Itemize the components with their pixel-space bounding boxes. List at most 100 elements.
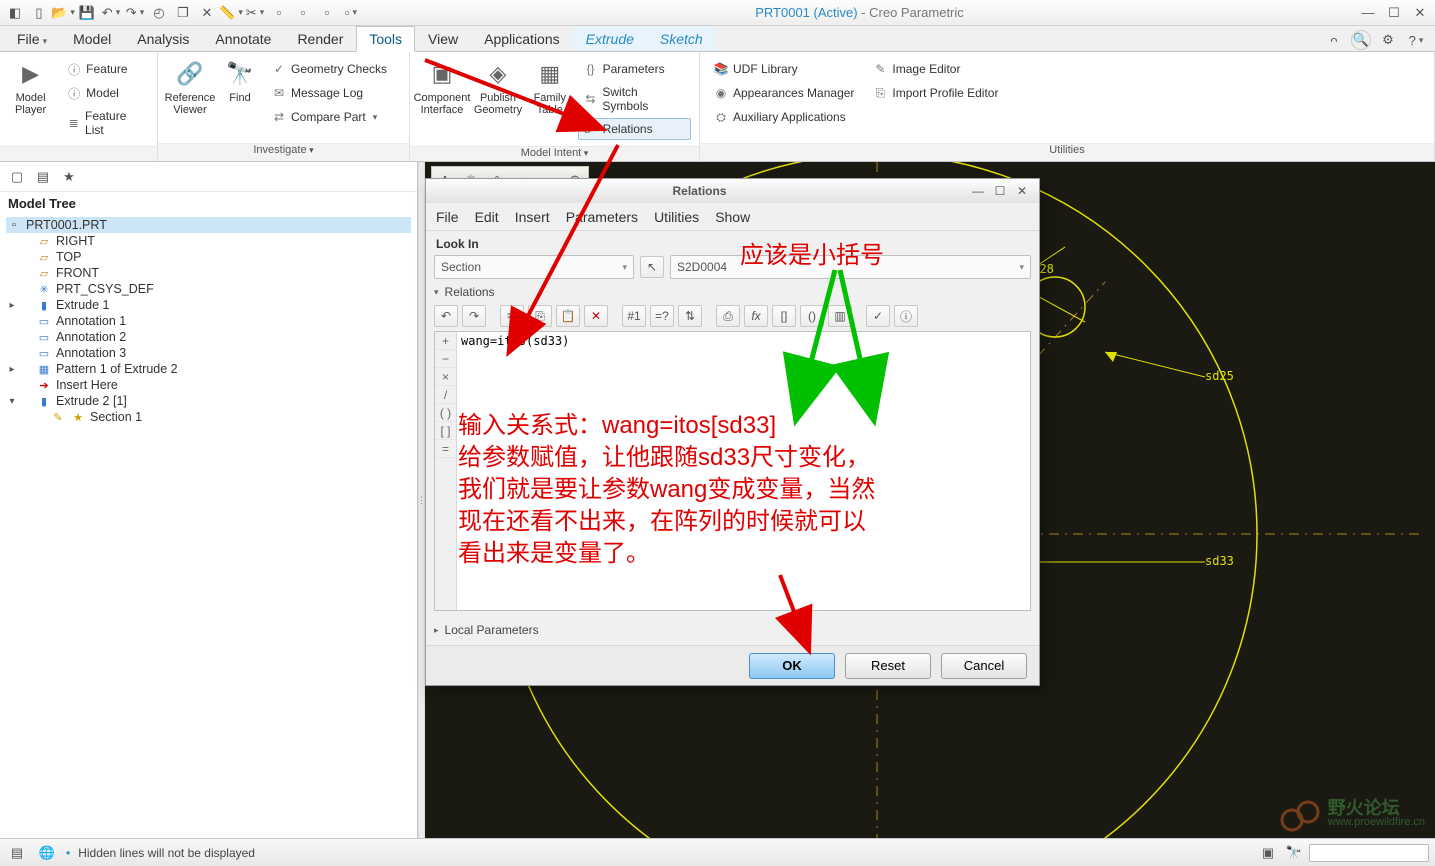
local-params-header[interactable]: Local Parameters [434,617,1031,641]
tab-tools[interactable]: Tools [356,26,415,52]
tab-sketch[interactable]: Sketch [647,26,716,51]
qat-more-icon[interactable]: ▫ [340,2,362,24]
tree-item[interactable]: ➔Insert Here [6,377,411,393]
tree-item[interactable]: ✎★Section 1 [6,409,411,425]
selection-filter-combo[interactable] [1309,844,1429,862]
tree-root[interactable]: ▫PRT0001.PRT [6,217,411,233]
close-icon[interactable]: ✕ [1409,2,1431,24]
geometry-checks-button[interactable]: ✓Geometry Checks [266,58,392,80]
relations-button[interactable]: d=Relations [578,118,691,140]
tree-item[interactable]: ▸▦Pattern 1 of Extrude 2 [6,361,411,377]
tab-model[interactable]: Model [60,26,124,51]
sort-icon[interactable]: ⇅ [678,305,702,327]
paste-rt-icon[interactable]: 📋 [556,305,580,327]
lookin-target-combo[interactable]: S2D0004 [670,255,1031,279]
image-editor-button[interactable]: ✎Image Editor [867,58,1003,80]
pick-icon[interactable]: ↖ [640,256,664,278]
splitter[interactable]: ⋮ [418,162,425,838]
tab-analysis[interactable]: Analysis [124,26,202,51]
show-tree-icon[interactable]: ▤ [6,842,28,864]
undo-icon[interactable]: ↶ [100,2,122,24]
model-info-button[interactable]: ⓘModel [61,82,149,104]
find-status-icon[interactable]: 🔭 [1283,842,1305,864]
maximize-icon[interactable]: ☐ [1383,2,1405,24]
dialog-maximize-icon[interactable]: ☐ [989,184,1011,198]
insert-param-icon[interactable]: ▥ [828,305,852,327]
goto-icon[interactable]: ⎙ [716,305,740,327]
undo-rt-icon[interactable]: ↶ [434,305,458,327]
gutter-btn[interactable]: × [435,368,456,386]
menu-file[interactable]: File [436,209,459,225]
message-log-button[interactable]: ✉Message Log [266,82,392,104]
gutter-btn[interactable]: = [435,440,456,458]
reference-viewer-button[interactable]: 🔗Reference Viewer [164,56,216,118]
tab-annotate[interactable]: Annotate [202,26,284,51]
feature-list-button[interactable]: ≣Feature List [61,106,149,140]
ok-button[interactable]: OK [749,653,835,679]
verify-icon[interactable]: ✓ [866,305,890,327]
tree-item[interactable]: ▭Annotation 2 [6,329,411,345]
menu-parameters[interactable]: Parameters [566,209,638,225]
tree-item[interactable]: ▸▮Extrude 1 [6,297,411,313]
parameters-button[interactable]: {}Parameters [578,58,691,80]
dim-sd25[interactable]: sd25 [1205,369,1234,383]
relation-text[interactable]: wang=itos(sd33) [457,332,1030,610]
redo-icon[interactable]: ↷ [124,2,146,24]
expand-icon[interactable]: ▸ [6,364,18,375]
feature-info-button[interactable]: ⓘFeature [61,58,149,80]
ribbon-minimize-icon[interactable]: ᴖ [1323,29,1345,51]
brackets-icon[interactable]: [] [772,305,796,327]
browser-icon[interactable]: 🌐 [36,842,58,864]
units-icon[interactable]: #1 [622,305,646,327]
dialog-close-icon[interactable]: ✕ [1011,184,1033,198]
qat-icon-3[interactable]: ▫ [316,2,338,24]
tree-settings-icon[interactable]: ★ [58,166,80,188]
redo-rt-icon[interactable]: ↷ [462,305,486,327]
open-icon[interactable]: 📂 [52,2,74,24]
cancel-button[interactable]: Cancel [941,653,1027,679]
cut-rt-icon[interactable]: ✂ [500,305,524,327]
tree-item[interactable]: ▭Annotation 1 [6,313,411,329]
menu-edit[interactable]: Edit [475,209,499,225]
tree-filter-icon[interactable]: ▤ [32,166,54,188]
tree-layers-icon[interactable]: ▢ [6,166,28,188]
gutter-btn[interactable]: + [435,332,456,350]
import-profile-button[interactable]: ⎘Import Profile Editor [867,82,1003,104]
expand-icon[interactable]: ▾ [6,396,18,407]
compare-part-button[interactable]: ⇄Compare Part [266,106,392,128]
editor-gutter[interactable]: +−×/( )[ ]= [435,332,457,610]
auxiliary-apps-button[interactable]: ⛭Auxiliary Applications [708,106,859,128]
info-icon[interactable]: ⓘ [894,305,918,327]
functions-icon[interactable]: fx [744,305,768,327]
group-label-investigate[interactable]: Investigate [158,143,409,161]
component-interface-button[interactable]: ▣Component Interface [416,56,468,118]
dialog-minimize-icon[interactable]: — [967,184,989,198]
expand-icon[interactable]: ▸ [6,300,18,311]
group-label-model-intent[interactable]: Model Intent [410,146,699,161]
menu-show[interactable]: Show [715,209,750,225]
clip-icon[interactable]: ✂ [244,2,266,24]
save-icon[interactable]: 💾 [76,2,98,24]
reset-button[interactable]: Reset [845,653,931,679]
measure-icon[interactable]: 📏 [220,2,242,24]
tree-item[interactable]: ▱RIGHT [6,233,411,249]
dim-sd33[interactable]: sd33 [1205,554,1234,568]
qat-icon-2[interactable]: ▫ [292,2,314,24]
appearances-manager-button[interactable]: ◉Appearances Manager [708,82,859,104]
settings-icon[interactable]: ⚙ [1377,29,1399,51]
gutter-btn[interactable]: ( ) [435,404,456,422]
dialog-titlebar[interactable]: Relations — ☐ ✕ [426,179,1039,203]
publish-geometry-button[interactable]: ◈Publish Geometry [472,56,524,118]
menu-insert[interactable]: Insert [515,209,550,225]
selection-filter-icon[interactable]: ▣ [1257,842,1279,864]
minimize-icon[interactable]: — [1357,2,1379,24]
eval-icon[interactable]: =? [650,305,674,327]
paren-icon[interactable]: () [800,305,824,327]
tab-file[interactable]: File [4,26,60,51]
tree-item[interactable]: ▱TOP [6,249,411,265]
lookin-type-combo[interactable]: Section [434,255,634,279]
gutter-btn[interactable]: / [435,386,456,404]
tree-item[interactable]: ✳PRT_CSYS_DEF [6,281,411,297]
family-table-button[interactable]: ▦Family Table [528,56,572,118]
new-icon[interactable]: ▯ [28,2,50,24]
